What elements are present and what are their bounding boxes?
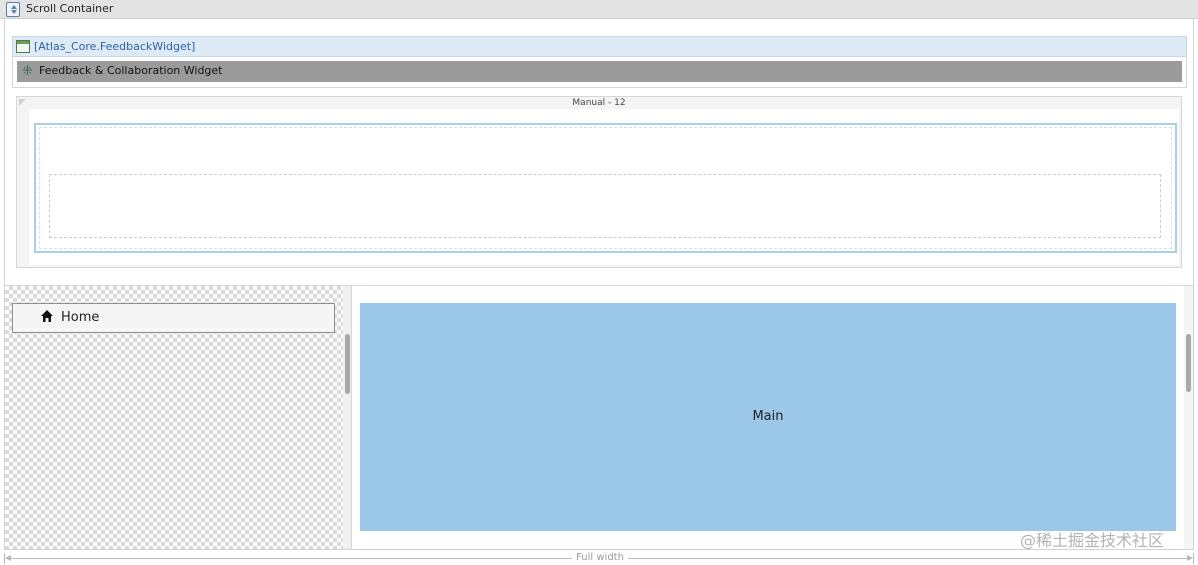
ruler-label: Full width [576,552,624,563]
ruler-line-left [6,558,572,559]
sidebar-scrollbar[interactable] [343,286,352,549]
watermark: @稀土掘金技术社区 [1020,531,1165,550]
main-label: Main [752,409,784,424]
widget-dropzone[interactable] [49,174,1161,238]
snippet-icon [16,40,30,53]
full-width-ruler: Full width [4,552,1194,565]
scroll-container-header[interactable]: Scroll Container [0,0,1198,19]
ruler-line-right [628,558,1190,559]
sidebar-item-home[interactable]: Home [12,303,335,333]
snippet-header[interactable]: [Atlas_Core.FeedbackWidget] [12,36,1187,57]
home-icon [41,310,53,322]
snippet-label: [Atlas_Core.FeedbackWidget] [34,40,196,53]
feedback-widget-label: Feedback & Collaboration Widget [39,64,223,77]
scroll-container-icon [6,2,20,17]
feedback-widget[interactable]: ⁜ Feedback & Collaboration Widget [17,61,1182,82]
sidebar-item-label: Home [61,310,100,325]
main-scrollbar[interactable] [1184,286,1193,549]
widget-icon: ⁜ [22,64,33,79]
main-scrollbar-thumb[interactable] [1186,334,1191,392]
ruler-right-cap [1193,553,1194,564]
sidebar-scrollbar-thumb[interactable] [345,334,350,394]
scroll-container-title: Scroll Container [26,2,114,15]
layout-grid-label: Manual - 12 [572,98,626,108]
main-placeholder[interactable]: Main [360,303,1176,531]
